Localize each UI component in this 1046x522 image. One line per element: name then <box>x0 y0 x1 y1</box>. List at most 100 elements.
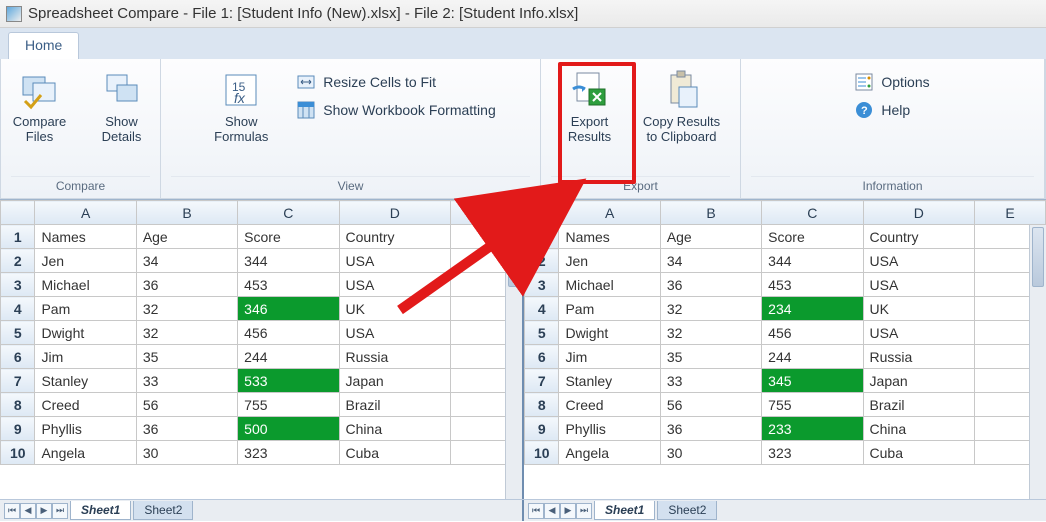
cell[interactable]: 344 <box>762 249 863 273</box>
cell[interactable]: 244 <box>762 345 863 369</box>
cell[interactable]: 456 <box>238 321 339 345</box>
cell[interactable]: Russia <box>863 345 974 369</box>
cell[interactable]: Score <box>762 225 863 249</box>
cell[interactable]: 234 <box>762 297 863 321</box>
sheet-tab[interactable]: Sheet2 <box>657 501 717 520</box>
row-header[interactable]: 6 <box>1 345 35 369</box>
row-header[interactable]: 4 <box>1 297 35 321</box>
cell[interactable]: 233 <box>762 417 863 441</box>
row-header[interactable]: 5 <box>525 321 559 345</box>
options-button[interactable]: Options <box>851 71 933 93</box>
tab-home[interactable]: Home <box>8 32 79 59</box>
cell[interactable]: Age <box>136 225 237 249</box>
cell[interactable]: USA <box>339 321 450 345</box>
cell[interactable]: USA <box>339 249 450 273</box>
cell[interactable]: Country <box>863 225 974 249</box>
row-header[interactable]: 7 <box>525 369 559 393</box>
row-header[interactable]: 8 <box>1 393 35 417</box>
right-grid-pane[interactable]: ABCDE1NamesAgeScoreCountry2Jen34344USA3M… <box>524 200 1046 499</box>
cell[interactable]: Pam <box>559 297 660 321</box>
sheet-tab[interactable]: Sheet1 <box>594 501 655 520</box>
cell[interactable]: Jen <box>559 249 660 273</box>
cell[interactable]: Creed <box>35 393 136 417</box>
cell[interactable]: USA <box>863 249 974 273</box>
sheet-tab[interactable]: Sheet2 <box>133 501 193 520</box>
cell[interactable]: 500 <box>238 417 339 441</box>
row-header[interactable]: 8 <box>525 393 559 417</box>
cell[interactable]: Cuba <box>863 441 974 465</box>
col-header[interactable]: D <box>863 201 974 225</box>
cell[interactable]: 35 <box>136 345 237 369</box>
copy-results-button[interactable]: Copy Results to Clipboard <box>637 65 727 149</box>
cell[interactable]: 345 <box>762 369 863 393</box>
cell[interactable]: 56 <box>136 393 237 417</box>
cell[interactable]: Brazil <box>339 393 450 417</box>
show-details-button[interactable]: Show Details <box>87 65 157 149</box>
cell[interactable]: Stanley <box>35 369 136 393</box>
left-scrollbar[interactable] <box>505 225 522 499</box>
row-header[interactable]: 3 <box>525 273 559 297</box>
cell[interactable]: Angela <box>559 441 660 465</box>
sheet-nav-button[interactable]: ⏮ <box>4 503 20 519</box>
col-header[interactable]: A <box>35 201 136 225</box>
sheet-nav-button[interactable]: ◀ <box>20 503 36 519</box>
row-header[interactable]: 1 <box>525 225 559 249</box>
row-header[interactable]: 10 <box>525 441 559 465</box>
cell[interactable]: 36 <box>136 417 237 441</box>
row-header[interactable]: 3 <box>1 273 35 297</box>
cell[interactable]: Phyllis <box>559 417 660 441</box>
cell[interactable]: 34 <box>136 249 237 273</box>
cell[interactable]: 32 <box>136 297 237 321</box>
col-header[interactable]: C <box>238 201 339 225</box>
export-results-button[interactable]: Export Results <box>555 65 625 149</box>
cell[interactable]: 34 <box>660 249 761 273</box>
cell[interactable]: China <box>863 417 974 441</box>
cell[interactable]: Brazil <box>863 393 974 417</box>
right-grid[interactable]: ABCDE1NamesAgeScoreCountry2Jen34344USA3M… <box>524 200 1046 465</box>
corner-cell[interactable] <box>525 201 559 225</box>
cell[interactable]: 346 <box>238 297 339 321</box>
cell[interactable]: Japan <box>863 369 974 393</box>
cell[interactable]: Jim <box>35 345 136 369</box>
cell[interactable]: Michael <box>559 273 660 297</box>
cell[interactable]: Jen <box>35 249 136 273</box>
sheet-nav-button[interactable]: ▶ <box>560 503 576 519</box>
col-header[interactable]: D <box>339 201 450 225</box>
help-button[interactable]: ? Help <box>851 99 933 121</box>
cell[interactable]: Angela <box>35 441 136 465</box>
cell[interactable]: 32 <box>660 321 761 345</box>
cell[interactable]: 30 <box>136 441 237 465</box>
row-header[interactable]: 1 <box>1 225 35 249</box>
sheet-nav-button[interactable]: ◀ <box>544 503 560 519</box>
cell[interactable]: 453 <box>238 273 339 297</box>
row-header[interactable]: 5 <box>1 321 35 345</box>
show-formulas-button[interactable]: 15fx Show Formulas <box>201 65 281 149</box>
row-header[interactable]: 2 <box>1 249 35 273</box>
cell[interactable]: USA <box>863 273 974 297</box>
cell[interactable]: 32 <box>660 297 761 321</box>
cell[interactable]: Jim <box>559 345 660 369</box>
cell[interactable]: 36 <box>660 273 761 297</box>
cell[interactable]: 36 <box>660 417 761 441</box>
cell[interactable]: Creed <box>559 393 660 417</box>
cell[interactable]: Country <box>339 225 450 249</box>
cell[interactable]: Pam <box>35 297 136 321</box>
show-formatting-button[interactable]: Show Workbook Formatting <box>293 99 499 121</box>
cell[interactable]: 323 <box>238 441 339 465</box>
col-header[interactable]: B <box>136 201 237 225</box>
sheet-nav-button[interactable]: ⏭ <box>52 503 68 519</box>
cell[interactable]: 32 <box>136 321 237 345</box>
cell[interactable]: Japan <box>339 369 450 393</box>
cell[interactable]: USA <box>339 273 450 297</box>
cell[interactable]: 453 <box>762 273 863 297</box>
col-header[interactable]: B <box>660 201 761 225</box>
cell[interactable]: Age <box>660 225 761 249</box>
row-header[interactable]: 9 <box>1 417 35 441</box>
cell[interactable]: Score <box>238 225 339 249</box>
sheet-nav-button[interactable]: ⏮ <box>528 503 544 519</box>
cell[interactable]: Michael <box>35 273 136 297</box>
cell[interactable]: 35 <box>660 345 761 369</box>
cell[interactable]: China <box>339 417 450 441</box>
cell[interactable]: 533 <box>238 369 339 393</box>
cell[interactable]: Russia <box>339 345 450 369</box>
